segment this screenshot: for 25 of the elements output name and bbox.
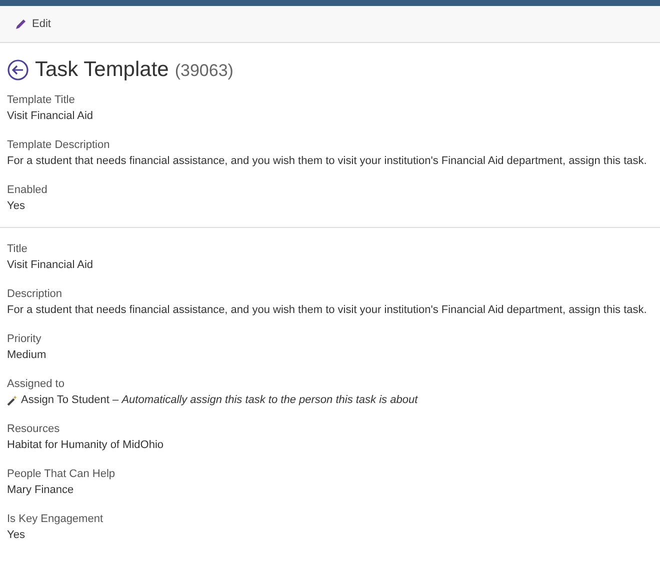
page-title: Task Template bbox=[35, 57, 169, 83]
field-value: Visit Financial Aid bbox=[7, 258, 94, 273]
field-label: Assigned to bbox=[7, 377, 66, 392]
field-value: Yes bbox=[7, 199, 25, 214]
field-value: Visit Financial Aid bbox=[7, 109, 94, 124]
field-value: Assign To Student – Automatically assign this task to the person this task is about bbox=[21, 393, 418, 408]
wand-icon bbox=[7, 394, 18, 406]
field-label: Template Description bbox=[7, 138, 111, 153]
field-value: Medium bbox=[7, 348, 46, 363]
field-label: Enabled bbox=[7, 183, 48, 198]
field-label: Priority bbox=[7, 332, 42, 347]
field-label: People That Can Help bbox=[7, 467, 116, 482]
field-label: Resources bbox=[7, 422, 61, 437]
field-value: For a student that needs financial assistance, and you wish them to visit your institution's Financial Aid department, assign this task. bbox=[7, 303, 647, 318]
field-value: Yes bbox=[7, 528, 25, 543]
field-value: For a student that needs financial assistance, and you wish them to visit your institution's Financial Aid department, assign this task. bbox=[7, 154, 647, 169]
edit-button[interactable]: Edit bbox=[15, 16, 51, 32]
field-label: Title bbox=[7, 242, 28, 257]
pencil-icon bbox=[15, 18, 27, 30]
field-value: Mary Finance bbox=[7, 483, 74, 498]
field-label: Is Key Engagement bbox=[7, 512, 104, 527]
template-id: (39063) bbox=[174, 60, 234, 82]
field-value: Habitat for Humanity of MidOhio bbox=[7, 438, 164, 453]
field-label: Template Title bbox=[7, 93, 76, 108]
field-label: Description bbox=[7, 287, 64, 302]
